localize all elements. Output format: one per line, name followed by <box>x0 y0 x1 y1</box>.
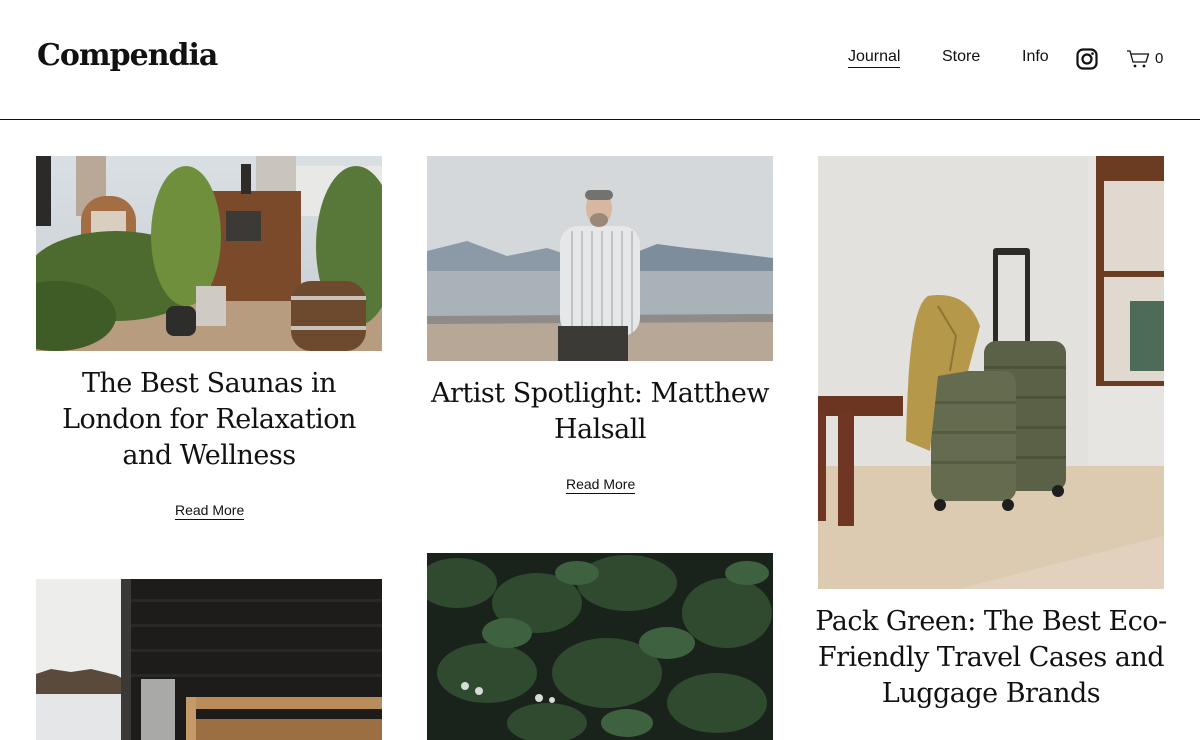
cart-icon[interactable] <box>1126 49 1150 69</box>
read-more-link[interactable]: Read More <box>566 476 636 494</box>
post-image-saunas[interactable] <box>36 156 382 351</box>
post-title[interactable]: Pack Green: The Best Eco-Friendly Travel… <box>810 604 1172 712</box>
post-title[interactable]: The Best Saunas in London for Relaxation… <box>36 366 382 474</box>
post-image-artist[interactable] <box>427 156 773 361</box>
nav-journal[interactable]: Journal <box>848 48 901 68</box>
post-image-sauna-interior[interactable] <box>36 579 382 740</box>
post-image-luggage[interactable] <box>818 156 1164 589</box>
cart-count[interactable]: 0 <box>1155 50 1163 67</box>
nav-info[interactable]: Info <box>1022 48 1049 66</box>
instagram-icon[interactable] <box>1076 48 1098 70</box>
site-logo[interactable]: Compendia <box>37 38 218 73</box>
post-image-foliage[interactable] <box>427 553 773 740</box>
site-header: Compendia Journal Store Info 0 <box>0 0 1200 120</box>
nav-store[interactable]: Store <box>942 48 980 66</box>
post-title[interactable]: Artist Spotlight: Matthew Halsall <box>427 376 773 448</box>
read-more-link[interactable]: Read More <box>175 502 245 520</box>
